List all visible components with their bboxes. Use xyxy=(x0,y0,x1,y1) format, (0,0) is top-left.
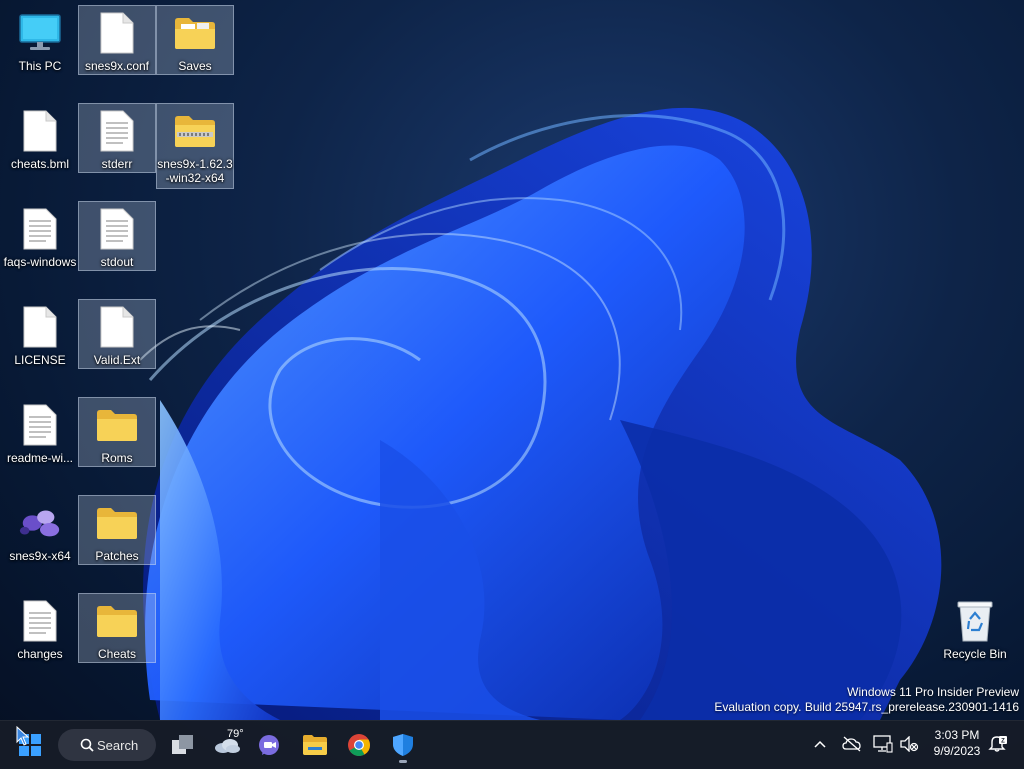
task-view-button[interactable] xyxy=(163,725,203,765)
folder-icon xyxy=(94,402,140,448)
document-icon xyxy=(94,304,140,350)
icon-label: Roms xyxy=(101,451,133,465)
text-file-icon xyxy=(94,108,140,154)
teams-chat-button[interactable] xyxy=(250,725,290,765)
document-icon xyxy=(94,10,140,56)
icon-label: snes9x-x64 xyxy=(9,549,71,563)
text-file-icon xyxy=(17,598,63,644)
defender-icon xyxy=(393,734,413,756)
snes9x-app-icon xyxy=(17,500,63,546)
onedrive-tray-button[interactable] xyxy=(840,724,864,764)
network-icon xyxy=(873,735,893,753)
icon-label: faqs-windows xyxy=(3,255,77,269)
icon-label: cheats.bml xyxy=(10,157,70,171)
mouse-cursor-icon xyxy=(16,726,30,746)
icon-label: Cheats xyxy=(97,647,137,661)
clock-date: 9/9/2023 xyxy=(933,744,981,758)
desktop-icon-snes9x-zip[interactable]: snes9x-1.62.3-win32-x64 xyxy=(156,103,234,189)
desktop-icon-readme[interactable]: readme-wi... xyxy=(1,398,79,468)
desktop-icon-stdout[interactable]: stdout xyxy=(78,201,156,271)
file-explorer-icon xyxy=(303,735,327,755)
notification-center-button[interactable]: Z xyxy=(986,724,1010,764)
desktop-icon-roms[interactable]: Roms xyxy=(78,397,156,467)
chrome-button[interactable] xyxy=(339,725,379,765)
folder-icon xyxy=(172,10,218,56)
text-file-icon xyxy=(94,206,140,252)
svg-text:Z: Z xyxy=(1001,739,1005,745)
icon-label: snes9x.conf xyxy=(84,59,150,73)
icon-label: changes xyxy=(17,647,63,661)
zip-folder-icon xyxy=(172,108,218,154)
desktop-icon-license[interactable]: LICENSE xyxy=(1,300,79,370)
clock-time: 3:03 PM xyxy=(934,728,980,742)
desktop-icon-snes9x-x64[interactable]: snes9x-x64 xyxy=(1,496,79,566)
desktop-icon-valid-ext[interactable]: Valid.Ext xyxy=(78,299,156,369)
icon-label: Recycle Bin xyxy=(943,647,1007,661)
taskbar-search-box[interactable]: Search xyxy=(58,729,156,761)
chevron-up-icon xyxy=(814,740,826,748)
file-explorer-button[interactable] xyxy=(295,725,335,765)
icon-label: LICENSE xyxy=(14,353,66,367)
recycle-bin-icon xyxy=(952,598,998,644)
volume-muted-icon xyxy=(900,736,919,752)
icon-label: readme-wi... xyxy=(6,451,74,465)
icon-label: stderr xyxy=(101,157,133,171)
icon-label: stdout xyxy=(100,255,134,269)
network-tray-button[interactable] xyxy=(871,724,895,764)
document-icon xyxy=(17,108,63,154)
show-hidden-icons-button[interactable] xyxy=(808,724,832,764)
desktop-icon-patches[interactable]: Patches xyxy=(78,495,156,565)
desktop-icon-saves[interactable]: Saves xyxy=(156,5,234,75)
desktop-icon-cheats[interactable]: Cheats xyxy=(78,593,156,663)
icon-label: snes9x-1.62.3-win32-x64 xyxy=(157,157,233,185)
taskbar-clock[interactable]: 3:03 PM 9/9/2023 xyxy=(920,727,994,759)
evaluation-watermark: Windows 11 Pro Insider Preview Evaluatio… xyxy=(714,685,1019,715)
document-icon xyxy=(17,304,63,350)
notification-icon: Z xyxy=(988,736,1007,752)
folder-icon xyxy=(94,500,140,546)
onedrive-offline-icon xyxy=(842,736,861,752)
task-view-icon xyxy=(172,735,193,754)
weather-temperature: 79° xyxy=(227,728,244,740)
computer-icon xyxy=(17,10,63,56)
defender-button[interactable] xyxy=(383,725,423,765)
watermark-line-1: Windows 11 Pro Insider Preview xyxy=(847,685,1019,699)
desktop-icon-faqs-windows[interactable]: faqs-windows xyxy=(1,202,79,272)
text-file-icon xyxy=(17,206,63,252)
desktop-icon-stderr[interactable]: stderr xyxy=(78,103,156,173)
teams-chat-icon xyxy=(259,735,279,755)
chrome-icon xyxy=(348,734,370,756)
desktop-icon-this-pc[interactable]: This PC xyxy=(1,6,79,76)
desktop-icon-cheats-bml[interactable]: cheats.bml xyxy=(1,104,79,174)
search-label: Search xyxy=(97,737,139,753)
icon-label: Saves xyxy=(178,59,212,73)
icon-label: This PC xyxy=(18,59,62,73)
desktop-icon-snes9x-conf[interactable]: snes9x.conf xyxy=(78,5,156,75)
desktop-icon-changes[interactable]: changes xyxy=(1,594,79,664)
volume-tray-button[interactable] xyxy=(897,724,921,764)
folder-icon xyxy=(94,598,140,644)
active-app-indicator xyxy=(399,760,407,763)
search-icon xyxy=(80,738,94,752)
watermark-line-2: Evaluation copy. Build 25947.rs_prerelea… xyxy=(714,700,1019,714)
desktop-icon-recycle-bin[interactable]: Recycle Bin xyxy=(936,594,1014,664)
text-file-icon xyxy=(17,402,63,448)
icon-label: Patches xyxy=(95,549,139,563)
icon-label: Valid.Ext xyxy=(93,353,141,367)
